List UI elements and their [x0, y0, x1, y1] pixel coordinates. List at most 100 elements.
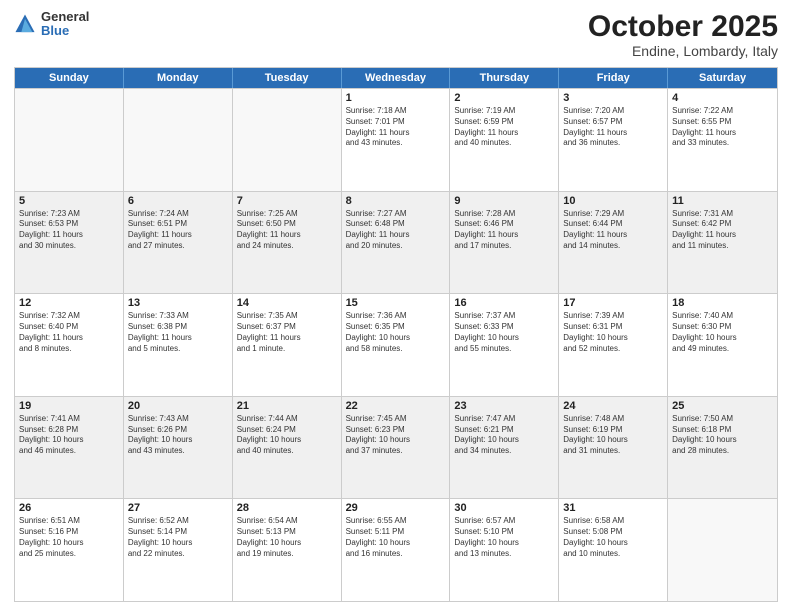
calendar-cell: 10 Sunrise: 7:29 AM Sunset: 6:44 PM Dayli…: [559, 192, 668, 294]
logo-blue: Blue: [41, 24, 89, 38]
logo: General Blue: [14, 10, 89, 39]
day-info: Sunrise: 7:35 AM Sunset: 6:37 PM Dayligh…: [237, 311, 337, 354]
calendar-cell: 12 Sunrise: 7:32 AM Sunset: 6:40 PM Dayli…: [15, 294, 124, 396]
day-number: 20: [128, 400, 228, 412]
page-header: General Blue October 2025 Endine, Lombar…: [14, 10, 778, 59]
day-info: Sunrise: 7:25 AM Sunset: 6:50 PM Dayligh…: [237, 209, 337, 252]
calendar-cell: [124, 89, 233, 191]
day-info: Sunrise: 7:29 AM Sunset: 6:44 PM Dayligh…: [563, 209, 663, 252]
calendar-header-cell: Tuesday: [233, 68, 342, 88]
calendar-header-cell: Friday: [559, 68, 668, 88]
calendar-cell: 23Sunrise: 7:47 AM Sunset: 6:21 PM Dayli…: [450, 397, 559, 499]
calendar-cell: 31Sunrise: 6:58 AM Sunset: 5:08 PM Dayli…: [559, 499, 668, 601]
day-number: 18: [672, 297, 773, 309]
day-info: Sunrise: 6:51 AM Sunset: 5:16 PM Dayligh…: [19, 516, 119, 559]
calendar-cell: 4Sunrise: 7:22 AM Sunset: 6:55 PM Daylig…: [668, 89, 777, 191]
day-number: 10: [563, 195, 663, 207]
calendar-cell: 25 Sunrise: 7:50 AM Sunset: 6:18 PM Dayli…: [668, 397, 777, 499]
calendar-cell: 26Sunrise: 6:51 AM Sunset: 5:16 PM Dayli…: [15, 499, 124, 601]
calendar-cell: 6 Sunrise: 7:24 AM Sunset: 6:51 PM Daylig…: [124, 192, 233, 294]
calendar-cell: 22 Sunrise: 7:45 AM Sunset: 6:23 PM Dayli…: [342, 397, 451, 499]
calendar-cell: 3Sunrise: 7:20 AM Sunset: 6:57 PM Daylig…: [559, 89, 668, 191]
day-number: 22: [346, 400, 446, 412]
day-number: 2: [454, 92, 554, 104]
calendar-cell: 11 Sunrise: 7:31 AM Sunset: 6:42 PM Dayli…: [668, 192, 777, 294]
calendar-cell: 30 Sunrise: 6:57 AM Sunset: 5:10 PM Dayli…: [450, 499, 559, 601]
day-number: 21: [237, 400, 337, 412]
calendar-header-cell: Saturday: [668, 68, 777, 88]
day-number: 12: [19, 297, 119, 309]
day-number: 9: [454, 195, 554, 207]
logo-text: General Blue: [41, 10, 89, 39]
day-info: Sunrise: 7:48 AM Sunset: 6:19 PM Dayligh…: [563, 414, 663, 457]
day-info: Sunrise: 6:57 AM Sunset: 5:10 PM Dayligh…: [454, 516, 554, 559]
calendar-cell: 18Sunrise: 7:40 AM Sunset: 6:30 PM Dayli…: [668, 294, 777, 396]
day-number: 25: [672, 400, 773, 412]
day-number: 6: [128, 195, 228, 207]
day-number: 5: [19, 195, 119, 207]
calendar-cell: 19 Sunrise: 7:41 AM Sunset: 6:28 PM Dayli…: [15, 397, 124, 499]
calendar-cell: 16 Sunrise: 7:37 AM Sunset: 6:33 PM Dayli…: [450, 294, 559, 396]
day-number: 14: [237, 297, 337, 309]
calendar-cell: 27 Sunrise: 6:52 AM Sunset: 5:14 PM Dayli…: [124, 499, 233, 601]
day-info: Sunrise: 7:43 AM Sunset: 6:26 PM Dayligh…: [128, 414, 228, 457]
day-info: Sunrise: 6:58 AM Sunset: 5:08 PM Dayligh…: [563, 516, 663, 559]
day-info: Sunrise: 7:50 AM Sunset: 6:18 PM Dayligh…: [672, 414, 773, 457]
calendar-cell: 29 Sunrise: 6:55 AM Sunset: 5:11 PM Dayli…: [342, 499, 451, 601]
day-info: Sunrise: 7:24 AM Sunset: 6:51 PM Dayligh…: [128, 209, 228, 252]
calendar-cell: 17 Sunrise: 7:39 AM Sunset: 6:31 PM Dayli…: [559, 294, 668, 396]
logo-icon: [14, 13, 36, 35]
day-info: Sunrise: 7:32 AM Sunset: 6:40 PM Dayligh…: [19, 311, 119, 354]
day-number: 19: [19, 400, 119, 412]
calendar-cell: 28Sunrise: 6:54 AM Sunset: 5:13 PM Dayli…: [233, 499, 342, 601]
calendar-week: 12 Sunrise: 7:32 AM Sunset: 6:40 PM Dayli…: [15, 293, 777, 396]
day-info: Sunrise: 7:45 AM Sunset: 6:23 PM Dayligh…: [346, 414, 446, 457]
calendar-body: 1Sunrise: 7:18 AM Sunset: 7:01 PM Daylig…: [15, 88, 777, 601]
calendar-cell: 14 Sunrise: 7:35 AM Sunset: 6:37 PM Dayli…: [233, 294, 342, 396]
day-info: Sunrise: 7:39 AM Sunset: 6:31 PM Dayligh…: [563, 311, 663, 354]
calendar-week: 5Sunrise: 7:23 AM Sunset: 6:53 PM Daylig…: [15, 191, 777, 294]
calendar-cell: 8Sunrise: 7:27 AM Sunset: 6:48 PM Daylig…: [342, 192, 451, 294]
calendar: SundayMondayTuesdayWednesdayThursdayFrid…: [14, 67, 778, 602]
day-number: 11: [672, 195, 773, 207]
day-number: 29: [346, 502, 446, 514]
day-info: Sunrise: 6:54 AM Sunset: 5:13 PM Dayligh…: [237, 516, 337, 559]
day-number: 23: [454, 400, 554, 412]
day-number: 30: [454, 502, 554, 514]
day-number: 3: [563, 92, 663, 104]
calendar-cell: 21 Sunrise: 7:44 AM Sunset: 6:24 PM Dayli…: [233, 397, 342, 499]
day-info: Sunrise: 7:31 AM Sunset: 6:42 PM Dayligh…: [672, 209, 773, 252]
calendar-week: 26Sunrise: 6:51 AM Sunset: 5:16 PM Dayli…: [15, 498, 777, 601]
day-info: Sunrise: 7:18 AM Sunset: 7:01 PM Dayligh…: [346, 106, 446, 149]
day-info: Sunrise: 7:37 AM Sunset: 6:33 PM Dayligh…: [454, 311, 554, 354]
day-number: 7: [237, 195, 337, 207]
calendar-cell: 9 Sunrise: 7:28 AM Sunset: 6:46 PM Daylig…: [450, 192, 559, 294]
calendar-cell: 5Sunrise: 7:23 AM Sunset: 6:53 PM Daylig…: [15, 192, 124, 294]
day-number: 15: [346, 297, 446, 309]
day-number: 24: [563, 400, 663, 412]
day-info: Sunrise: 6:52 AM Sunset: 5:14 PM Dayligh…: [128, 516, 228, 559]
day-number: 16: [454, 297, 554, 309]
calendar-cell: 2 Sunrise: 7:19 AM Sunset: 6:59 PM Daylig…: [450, 89, 559, 191]
day-info: Sunrise: 7:28 AM Sunset: 6:46 PM Dayligh…: [454, 209, 554, 252]
calendar-cell: 15 Sunrise: 7:36 AM Sunset: 6:35 PM Dayli…: [342, 294, 451, 396]
day-info: Sunrise: 6:55 AM Sunset: 5:11 PM Dayligh…: [346, 516, 446, 559]
day-number: 27: [128, 502, 228, 514]
day-info: Sunrise: 7:33 AM Sunset: 6:38 PM Dayligh…: [128, 311, 228, 354]
calendar-cell: 20 Sunrise: 7:43 AM Sunset: 6:26 PM Dayli…: [124, 397, 233, 499]
day-number: 13: [128, 297, 228, 309]
day-info: Sunrise: 7:19 AM Sunset: 6:59 PM Dayligh…: [454, 106, 554, 149]
calendar-title: October 2025: [588, 10, 778, 43]
calendar-week: 19 Sunrise: 7:41 AM Sunset: 6:28 PM Dayli…: [15, 396, 777, 499]
calendar-header-cell: Sunday: [15, 68, 124, 88]
calendar-header-cell: Monday: [124, 68, 233, 88]
day-number: 17: [563, 297, 663, 309]
day-info: Sunrise: 7:22 AM Sunset: 6:55 PM Dayligh…: [672, 106, 773, 149]
calendar-header-cell: Wednesday: [342, 68, 451, 88]
day-info: Sunrise: 7:27 AM Sunset: 6:48 PM Dayligh…: [346, 209, 446, 252]
day-info: Sunrise: 7:44 AM Sunset: 6:24 PM Dayligh…: [237, 414, 337, 457]
calendar-cell: 24 Sunrise: 7:48 AM Sunset: 6:19 PM Dayli…: [559, 397, 668, 499]
day-info: Sunrise: 7:41 AM Sunset: 6:28 PM Dayligh…: [19, 414, 119, 457]
day-info: Sunrise: 7:36 AM Sunset: 6:35 PM Dayligh…: [346, 311, 446, 354]
calendar-cell: [15, 89, 124, 191]
